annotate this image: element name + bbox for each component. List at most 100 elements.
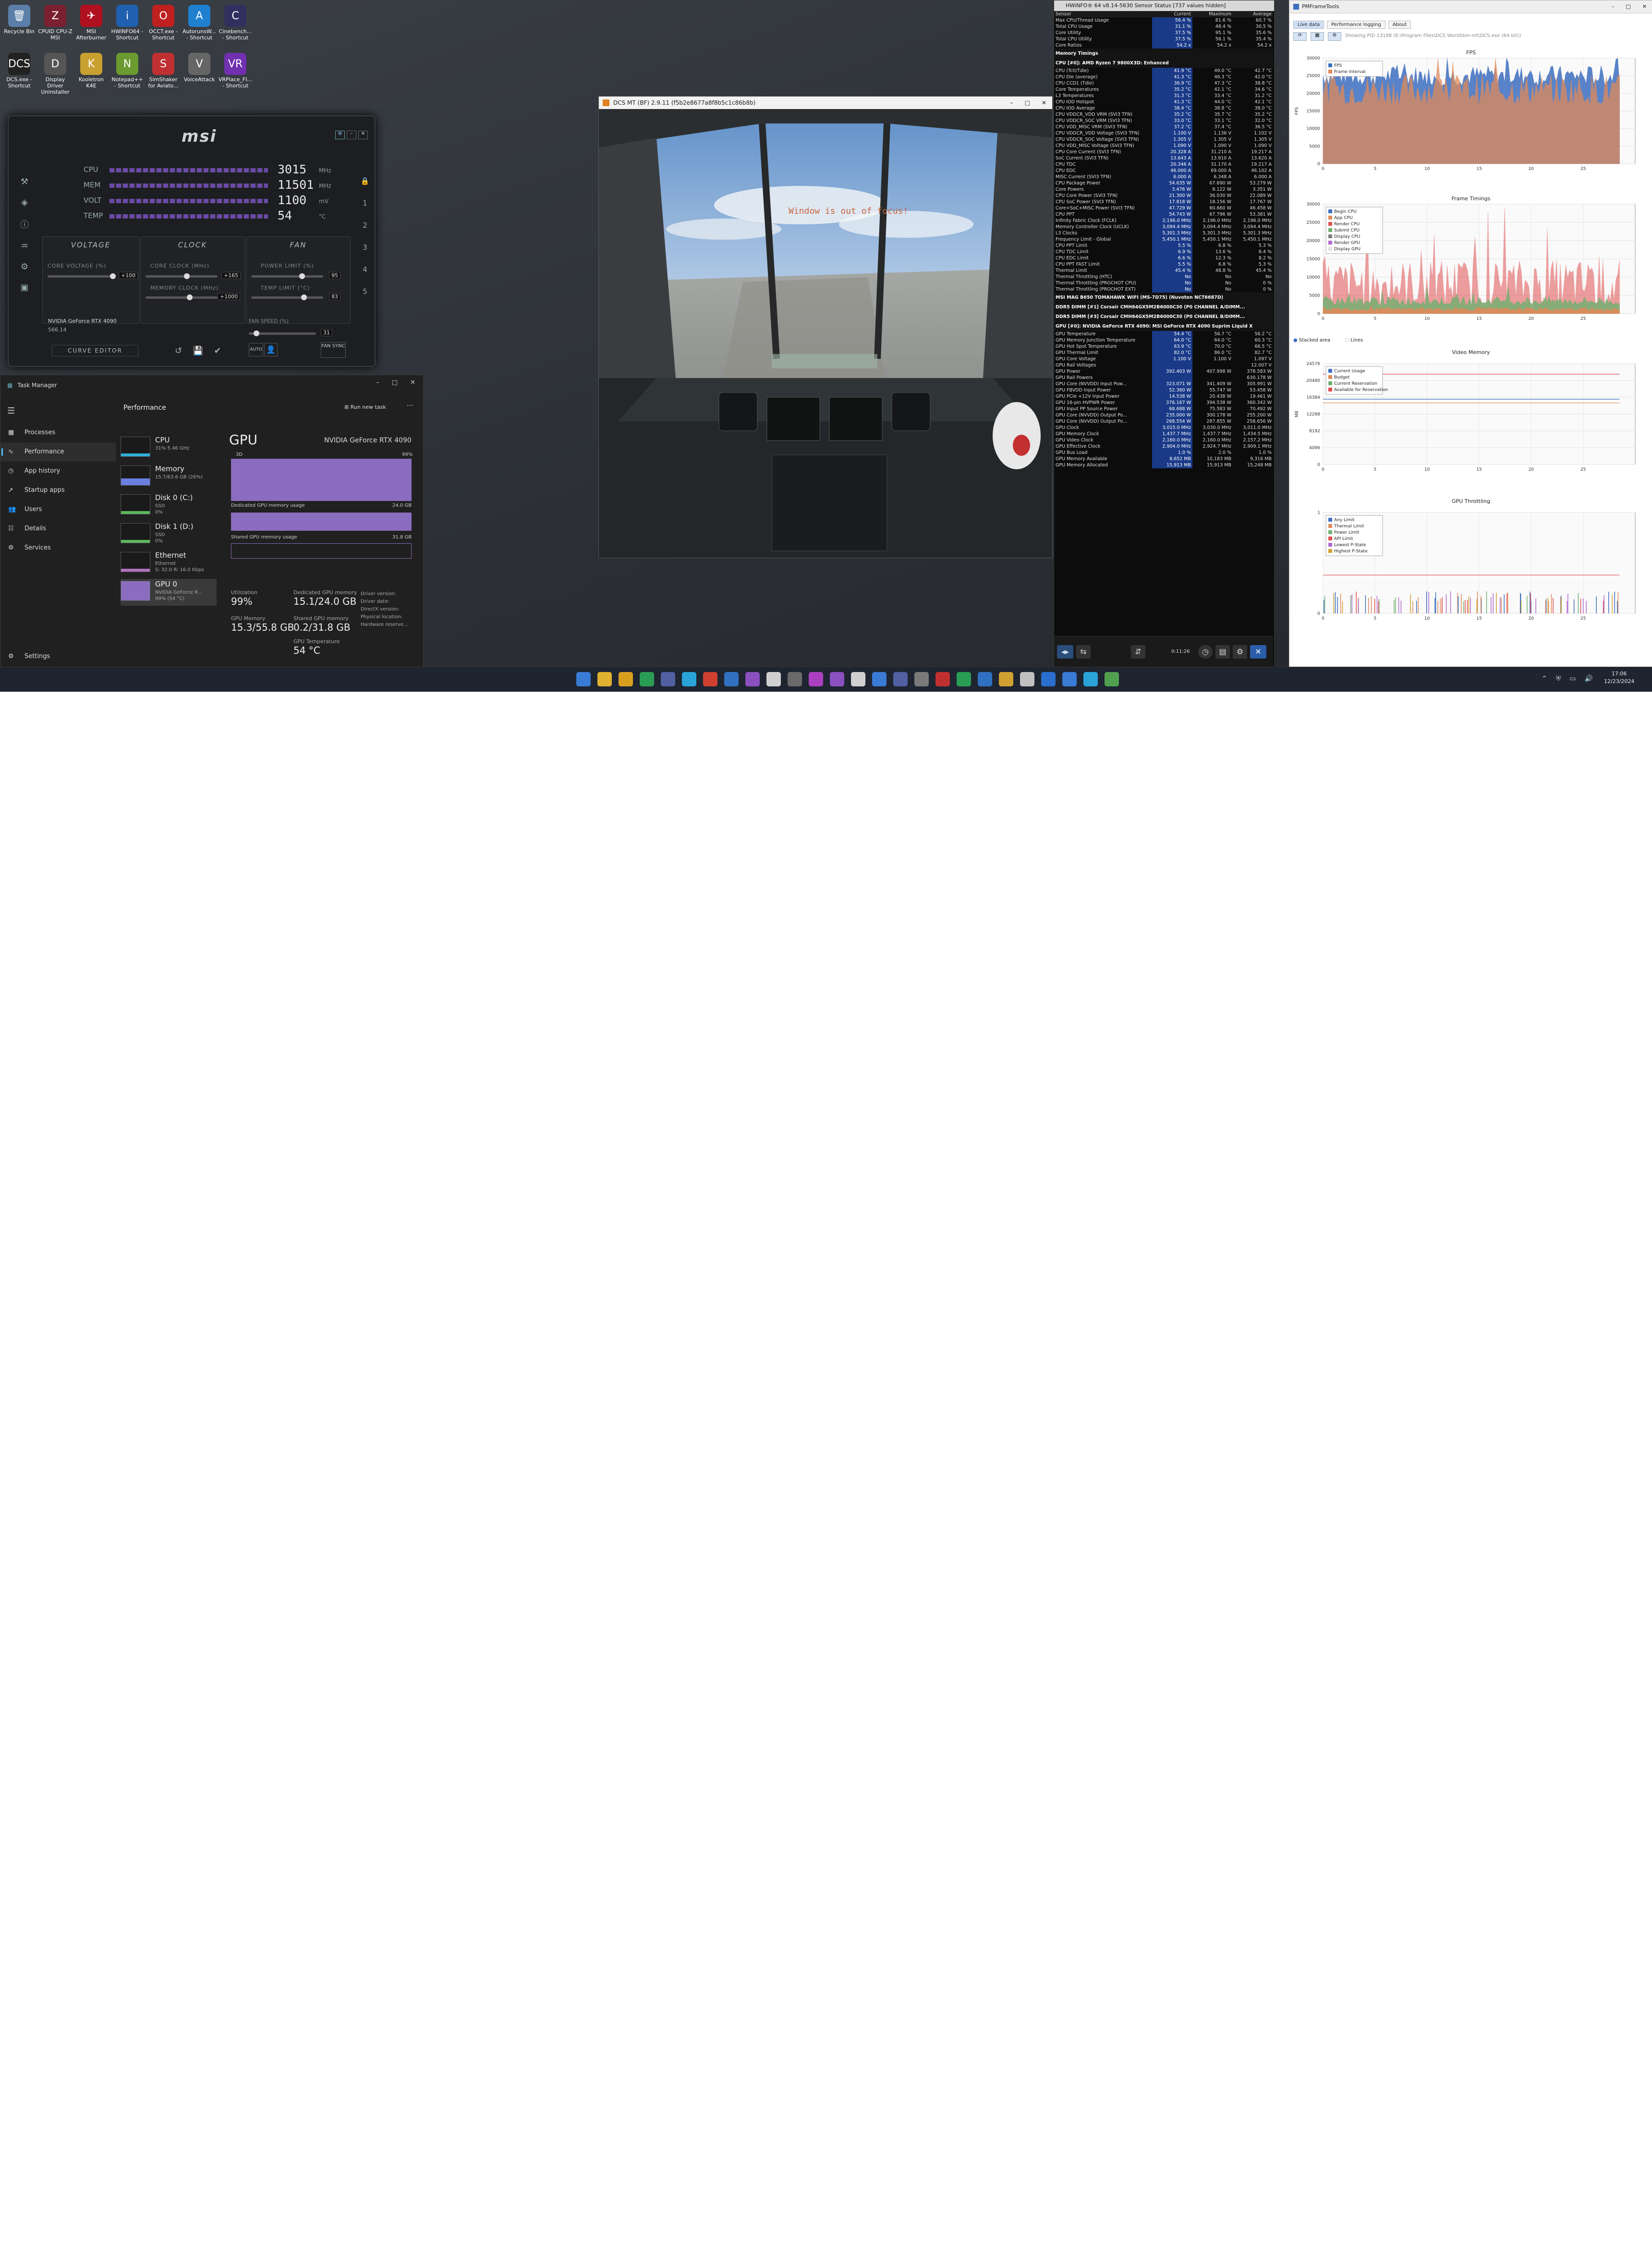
taskbar-app-icon[interactable]	[872, 672, 887, 686]
sensor-group[interactable]: GPU [#0]: NVIDIA GeForce RTX 4090: MSI G…	[1054, 321, 1273, 331]
sensor-row[interactable]: GPU Memory Clock 1,437.7 MHz 1,437.7 MHz 1,…	[1054, 431, 1273, 437]
taskbar-app-icon[interactable]	[766, 672, 781, 686]
column-header[interactable]: Average	[1233, 11, 1273, 17]
desktop-icon[interactable]: Z CPUID CPU-Z MSI	[38, 3, 73, 41]
core-voltage-slider[interactable]	[48, 273, 116, 279]
sensor-row[interactable]: Memory Controller Clock (UCLK) 3,094.4 MH…	[1054, 224, 1273, 230]
maximize-icon[interactable]: □	[1025, 97, 1030, 109]
shield-icon[interactable]: ⛨	[1556, 675, 1561, 683]
core-clock-value[interactable]: +165	[221, 272, 241, 279]
sensor-group[interactable]: DDR5 DIMM [#1] Corsair CMH64GX5M2B6000C3…	[1054, 302, 1273, 312]
sensor-row[interactable]: GPU Bus Load 1.0 % 2.0 % 1.0 %	[1054, 450, 1273, 456]
sensor-row[interactable]: GPU Memory Junction Temperature 64.0 °C 64…	[1054, 337, 1273, 343]
sensor-row[interactable]: CPU Core Current (SVI3 TFN) 20.328 A 31.21…	[1054, 149, 1273, 155]
user-fan-icon[interactable]: 👤	[264, 343, 278, 356]
nav-item-users[interactable]: 👥 Users	[0, 500, 116, 519]
run-new-task-button[interactable]: ⊞ Run new task	[344, 404, 386, 410]
core-voltage-value[interactable]: +100	[119, 272, 138, 279]
sensor-row[interactable]: Thermal Throttling (PROCHOT EXT) No No 0 %	[1054, 286, 1273, 293]
pm-tab[interactable]: Live data	[1293, 21, 1324, 29]
pm-tab[interactable]: Performance logging	[1327, 21, 1385, 29]
clock-icon[interactable]: ◷	[1198, 645, 1213, 659]
minimize-icon[interactable]: –	[1612, 0, 1615, 13]
desktop-icon[interactable]: VR VRPlace_FI... - Shortcut	[218, 51, 253, 89]
fan-speed-value[interactable]: 31	[321, 329, 332, 336]
profile-2-icon[interactable]: 2	[359, 221, 371, 230]
hamburger-menu-icon[interactable]: ☰	[7, 406, 15, 416]
taskbar-app-icon[interactable]	[830, 672, 844, 686]
taskbar-app-icon[interactable]	[957, 672, 971, 686]
sensor-row[interactable]: MISC Current (SVI3 TFN) 6.000 A 6.348 A 6.0…	[1054, 174, 1273, 180]
settings-icon[interactable]: ⚙	[335, 131, 345, 139]
fan-speed-slider[interactable]	[249, 330, 316, 336]
network-icon[interactable]: ⇵	[1131, 645, 1145, 659]
dcs-window[interactable]: DCS MT (BF) 2.9.11 (f5b2e8677a8f8b5c1c86…	[598, 96, 1053, 558]
sensor-row[interactable]: L3 Clocks 5,301.3 MHz 5,301.3 MHz 5,301.3 M…	[1054, 230, 1273, 236]
desktop-icon[interactable]: A AutorunsW... - Shortcut	[182, 3, 217, 41]
desktop-icon[interactable]: DCS DCS.exe - Shortcut	[2, 51, 36, 89]
sensor-row[interactable]: CPU VDD_MISC VRM (SVI3 TFN) 37.2 °C 37.4 °…	[1054, 124, 1273, 130]
maximize-icon[interactable]: □	[392, 379, 398, 386]
pm-tab[interactable]: About	[1388, 21, 1411, 29]
column-header[interactable]: Current	[1152, 11, 1192, 17]
clock-tab[interactable]: CLOCK	[141, 241, 244, 249]
sensor-row[interactable]: GPU Hot Spot Temperature 63.9 °C 70.0 °C 66…	[1054, 343, 1273, 350]
desktop-icon[interactable]: C Cinebench... - Shortcut	[218, 3, 253, 41]
report-icon[interactable]: ▤	[1215, 645, 1230, 659]
desktop-icon[interactable]: V VoiceAttack	[182, 51, 217, 83]
kombustor-icon[interactable]: ◈	[17, 197, 32, 208]
maximize-icon[interactable]: □	[1626, 0, 1630, 13]
temp-limit-value[interactable]: 83	[329, 293, 340, 300]
sensor-row[interactable]: GPU Power 392.403 W 407.998 W 378.583 W	[1054, 368, 1273, 375]
auto-fan-button[interactable]: AUTO	[249, 343, 263, 356]
layout-icon[interactable]: ⇆	[1076, 645, 1091, 659]
close-icon[interactable]: ✕	[1250, 645, 1266, 659]
hwinfo-window[interactable]: HWiNFO® 64 v8.14-5630 Sensor Status [737…	[1054, 0, 1275, 668]
sensor-row[interactable]: GPU Input PP Source Power 68.688 W 75.583 …	[1054, 406, 1273, 412]
taskbar-app-icon[interactable]	[999, 672, 1013, 686]
settings-gear-icon[interactable]: ⚙	[1233, 645, 1247, 659]
nav-item-performance[interactable]: ∿ Performance	[0, 442, 116, 462]
close-icon[interactable]: ✕	[358, 131, 368, 139]
save-icon[interactable]: 💾	[193, 346, 203, 356]
taskbar-app-icon[interactable]	[1041, 672, 1056, 686]
sensor-row[interactable]: GPU 16-pin HVPWR Power 376.167 W 394.538 W…	[1054, 400, 1273, 406]
curve-editor-button[interactable]: CURVE EDITOR	[52, 345, 138, 356]
minimize-icon[interactable]: –	[1010, 97, 1013, 109]
sensor-row[interactable]: CPU IOD Hotspot 41.3 °C 44.0 °C 42.1 °C	[1054, 99, 1273, 105]
nav-item-processes[interactable]: ▦ Processes	[0, 423, 116, 442]
memory-clock-slider[interactable]	[146, 294, 218, 300]
more-options-icon[interactable]: ···	[407, 402, 413, 410]
sensor-row[interactable]: GPU Rail Voltages 12.007 V	[1054, 362, 1273, 368]
sensor-row[interactable]: CPU VDDCR_VDD VRM (SVI3 TFN) 35.2 °C 35.7 …	[1054, 111, 1273, 118]
memory-clock-value[interactable]: +1000	[218, 293, 241, 300]
desktop-icon[interactable]: 🗑 Recycle Bin	[2, 3, 36, 35]
nav-item-details[interactable]: ☷ Details	[0, 519, 116, 538]
column-header[interactable]: Sensor	[1054, 11, 1152, 17]
sensor-row[interactable]: CPU VDDCR_VDD Voltage (SVI3 TFN) 1.100 V 1…	[1054, 130, 1273, 136]
taskbar-app-icon[interactable]	[1062, 672, 1077, 686]
sensor-row[interactable]: GPU Memory Allocated 15,913 MB 15,913 MB 15…	[1054, 462, 1273, 468]
sensor-row[interactable]: GPU Memory Available 8,652 MB 10,183 MB 9,3…	[1054, 456, 1273, 462]
sensor-row[interactable]: CPU VDDCR_SOC VRM (SVI3 TFN) 33.0 °C 33.1 …	[1054, 118, 1273, 124]
sensor-row[interactable]: GPU Core Voltage 1.100 V 1.100 V 1.097 V	[1054, 356, 1273, 362]
sensor-group[interactable]: CPU [#0]: AMD Ryzen 7 9800X3D: Enhanced	[1054, 58, 1273, 68]
sensor-row[interactable]: CPU EDC 46.000 A 69.000 A 46.102 A	[1054, 168, 1273, 174]
taskbar-app-icon[interactable]	[893, 672, 908, 686]
sensor-row[interactable]: Total CPU Utility 37.5 % 56.1 % 35.4 %	[1054, 36, 1273, 42]
sensor-row[interactable]: GPU Core (NVVDD) Output Po... 268.554 W 28…	[1054, 418, 1273, 425]
sensor-row[interactable]: GPU Video Clock 2,160.0 MHz 2,160.0 MHz 2,1…	[1054, 437, 1273, 443]
sensor-row[interactable]: Core Temperatures 35.2 °C 42.1 °C 34.6 °C	[1054, 86, 1273, 93]
device-item[interactable]: Disk 0 (C:) SSD 0%	[121, 492, 217, 519]
sensor-row[interactable]: CPU (Tctl/Tdie) 41.9 °C 49.0 °C 42.7 °C	[1054, 68, 1273, 74]
taskbar-app-icon[interactable]	[914, 672, 929, 686]
fan-tab[interactable]: FAN	[246, 241, 350, 249]
sensor-row[interactable]: CPU TDC Limit 6.9 % 13.6 % 8.4 %	[1054, 249, 1273, 255]
profile-5-icon[interactable]: 5	[359, 287, 371, 296]
sensor-row[interactable]: CPU Core Power (SVI3 TFN) 21.300 W 36.030 …	[1054, 193, 1273, 199]
taskbar-app-icon[interactable]	[724, 672, 739, 686]
sensor-row[interactable]: GPU FBVDD Input Power 52.360 W 55.747 W 53.…	[1054, 387, 1273, 393]
column-header[interactable]: Maximum	[1192, 11, 1233, 17]
power-limit-value[interactable]: 95	[329, 272, 340, 279]
profile-3-icon[interactable]: 3	[359, 243, 371, 252]
